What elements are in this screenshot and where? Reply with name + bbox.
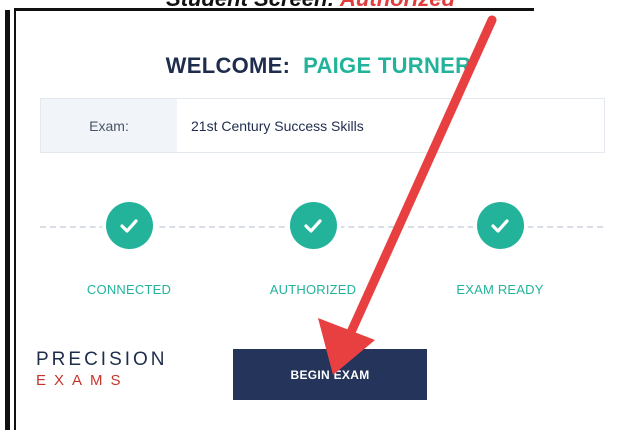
student-name: PAIGE TURNER [303, 53, 472, 78]
step-label-connected: CONNECTED [86, 282, 172, 297]
step-authorized: AUTHORIZED [233, 202, 393, 297]
exam-name: 21st Century Success Skills [191, 117, 364, 134]
logo-top-text: PRECISION [36, 349, 168, 370]
student-screen-panel: WELCOME: PAIGE TURNER Exam: 21st Century… [16, 11, 621, 430]
welcome-label: WELCOME: [165, 53, 291, 78]
logo-bottom-text: EXAMS [36, 372, 129, 389]
check-icon [476, 202, 524, 249]
begin-exam-button[interactable]: BEGIN EXAM [233, 349, 427, 400]
check-icon [105, 202, 153, 249]
exam-info-row: Exam: 21st Century Success Skills [40, 98, 605, 153]
step-exam-ready: EXAM READY [420, 202, 580, 297]
check-icon [289, 202, 337, 249]
exam-label: Exam: [41, 99, 177, 152]
precision-exams-logo: PRECISION EXAMS [36, 349, 216, 399]
step-connected: CONNECTED [49, 202, 209, 297]
step-label-exam-ready: EXAM READY [456, 282, 544, 297]
welcome-heading: WELCOME: PAIGE TURNER [16, 53, 621, 79]
step-label-authorized: AUTHORIZED [269, 282, 357, 297]
frame-border-left [5, 10, 10, 430]
